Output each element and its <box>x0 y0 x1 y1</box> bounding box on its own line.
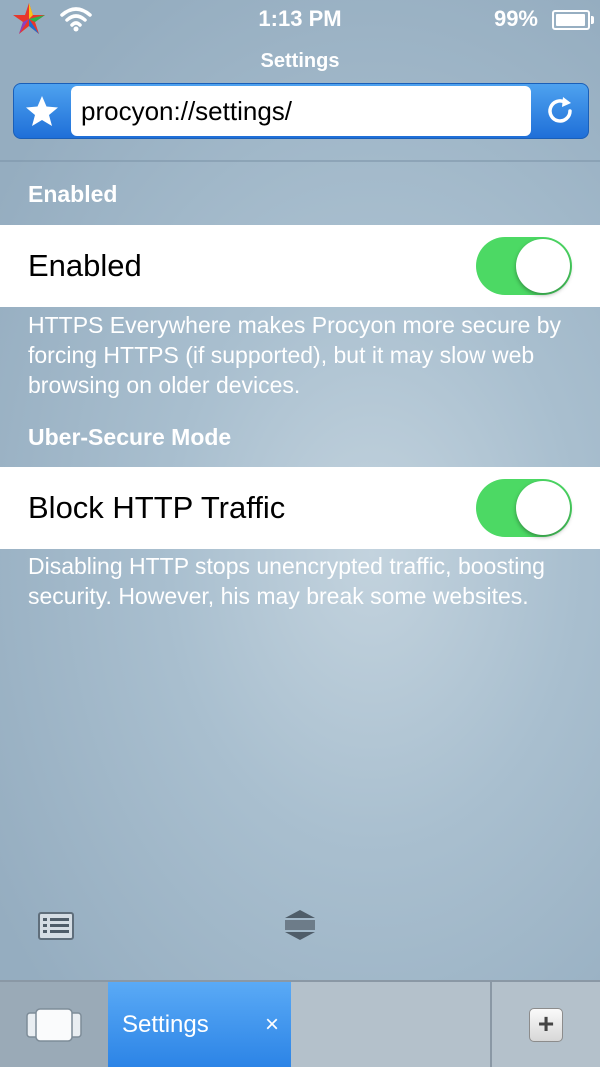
section-header-enabled: Enabled <box>28 181 118 207</box>
reload-icon <box>548 97 572 123</box>
tab-bar: Settings × + <box>0 980 600 1067</box>
page-title: Settings <box>260 50 340 72</box>
url-bar <box>13 83 589 139</box>
enabled-label: Enabled <box>28 248 142 283</box>
status-bar: 1:13 PM 99% <box>0 0 600 38</box>
battery-percent: 99% <box>493 6 538 31</box>
enabled-row: Enabled <box>0 225 600 307</box>
toggle-knob <box>516 239 570 293</box>
enabled-toggle[interactable] <box>476 237 572 295</box>
enabled-footer: HTTPS Everywhere makes Procyon more secu… <box>28 312 562 398</box>
list-reader-icon[interactable] <box>38 912 74 940</box>
block-http-label: Block HTTP Traffic <box>28 490 286 525</box>
block-http-toggle[interactable] <box>476 479 572 537</box>
section-header-uber-secure: Uber-Secure Mode <box>28 424 232 450</box>
url-input[interactable] <box>71 86 531 136</box>
bookmark-button[interactable] <box>14 84 70 138</box>
header-divider <box>0 160 600 162</box>
block-http-footer: Disabling HTTP stops unencrypted traffic… <box>28 553 545 609</box>
add-tab-icon: + <box>529 1007 563 1042</box>
tab-switcher-button[interactable] <box>0 982 110 1067</box>
tab-settings-label: Settings <box>122 1011 209 1038</box>
star-bookmark-icon <box>26 96 58 126</box>
close-tab-icon[interactable]: × <box>265 982 279 1067</box>
block-http-row: Block HTTP Traffic <box>0 467 600 549</box>
reload-button[interactable] <box>532 84 588 138</box>
expand-collapse-icon[interactable] <box>283 908 317 942</box>
battery-icon <box>552 10 594 30</box>
toggle-knob <box>516 481 570 535</box>
tab-switcher-icon <box>26 1007 82 1042</box>
add-tab-button[interactable]: + <box>490 982 600 1067</box>
tab-settings[interactable]: Settings × <box>108 982 291 1067</box>
